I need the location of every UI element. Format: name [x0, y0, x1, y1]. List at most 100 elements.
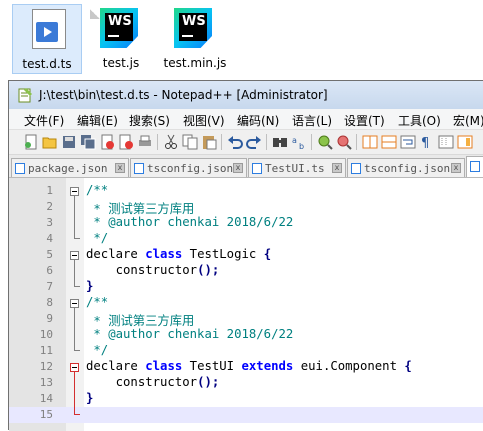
cut-icon[interactable] [163, 134, 179, 150]
menu-settings[interactable]: 设置(T) [344, 112, 385, 129]
line-number: 5 [46, 248, 53, 261]
code-text: declare class TestUI extends eui.Compone… [86, 359, 412, 373]
line-number: 3 [46, 216, 53, 229]
code-text: /** [86, 183, 108, 197]
menu-file[interactable]: 文件(F) [24, 112, 64, 129]
menu-edit[interactable]: 编辑(E) [77, 112, 118, 129]
copy-icon[interactable] [182, 134, 198, 150]
code-line[interactable]: 6 constructor(); [9, 263, 483, 279]
tab-test-d-ts-active[interactable] [466, 156, 483, 177]
code-line[interactable]: 5 declare class TestLogic { [9, 247, 483, 263]
tab-label: tsconfig.json [147, 162, 234, 175]
code-text: * @author chenkai 2018/6/22 [86, 327, 293, 341]
code-line[interactable]: 4 */ [9, 231, 483, 247]
menu-tools[interactable]: 工具(O) [398, 112, 441, 129]
fold-toggle-icon[interactable] [70, 299, 79, 308]
code-line[interactable]: 10 * @author chenkai 2018/6/22 [9, 327, 483, 343]
new-file-icon[interactable] [23, 134, 39, 150]
code-line[interactable]: 2 * 测试第三方库用 [9, 199, 483, 216]
tab-close-icon[interactable]: x [115, 163, 125, 173]
code-text: /** [86, 295, 108, 309]
close-all-icon[interactable] [118, 134, 134, 150]
line-number: 6 [46, 264, 53, 277]
code-line[interactable]: 12 declare class TestUI extends eui.Compo… [9, 359, 483, 375]
code-line[interactable]: 7} [9, 279, 483, 295]
file-icon [15, 163, 25, 174]
code-token: declare [86, 247, 146, 261]
line-number: 13 [39, 376, 53, 389]
code-text: } [86, 279, 93, 293]
menu-macro[interactable]: 宏(M) [453, 112, 483, 129]
desktop-file-label: test.d.ts [22, 57, 72, 71]
code-token: (); [197, 263, 220, 277]
fold-toggle-icon[interactable] [70, 363, 79, 372]
save-icon[interactable] [61, 134, 77, 150]
code-token: TestUI [182, 359, 242, 373]
code-token: /** [86, 183, 109, 197]
code-token: { [263, 247, 272, 261]
tab-label: tsconfig.json [364, 162, 451, 175]
code-line[interactable]: 14} [9, 391, 483, 407]
code-token: */ [86, 343, 109, 357]
line-number: 8 [46, 296, 53, 309]
replace-icon[interactable]: ab [291, 134, 307, 150]
code-token: declare [86, 359, 146, 373]
tab-package-json[interactable]: package.json x [11, 158, 129, 177]
code-token: * 测试第三方库用 [86, 202, 195, 216]
code-token: { [404, 359, 412, 373]
tab-testui-ts[interactable]: TestUI.ts x [248, 158, 346, 177]
notepadpp-window: J:\test\bin\test.d.ts - Notepad++ [Admin… [8, 80, 483, 431]
desktop-file-test-min-js[interactable]: WS test.min.js [160, 4, 230, 74]
sync-vertical-icon[interactable] [362, 134, 378, 150]
tab-close-icon[interactable]: x [451, 163, 461, 173]
close-file-icon[interactable] [99, 134, 115, 150]
code-line[interactable]: 8 /** [9, 295, 483, 311]
menu-search[interactable]: 搜索(S) [129, 112, 170, 129]
title-bar[interactable]: J:\test\bin\test.d.ts - Notepad++ [Admin… [9, 81, 483, 109]
svg-text:a: a [292, 136, 297, 145]
zoom-in-icon[interactable] [317, 134, 333, 150]
line-number: 11 [39, 344, 53, 357]
save-all-icon[interactable] [80, 134, 96, 150]
file-icon [351, 163, 361, 174]
print-icon[interactable] [137, 134, 153, 150]
menu-view[interactable]: 视图(V) [183, 112, 225, 129]
code-token: constructor [86, 375, 198, 389]
code-editor[interactable]: 1 /** 2 * 测试第三方库用 3 * @author chenkai 2018/… [9, 178, 483, 431]
tab-close-icon[interactable]: x [332, 163, 342, 173]
media-file-icon [32, 9, 100, 49]
zoom-out-icon[interactable] [336, 134, 352, 150]
code-line[interactable]: 15 [9, 407, 483, 423]
line-number: 1 [46, 184, 53, 197]
sync-horizontal-icon[interactable] [381, 134, 397, 150]
open-file-icon[interactable] [42, 134, 58, 150]
indent-guide-icon[interactable] [438, 134, 454, 150]
show-all-chars-icon[interactable]: ¶ [419, 134, 435, 150]
code-line[interactable]: 9 * 测试第三方库用 [9, 311, 483, 328]
redo-icon[interactable] [246, 134, 262, 150]
desktop-file-label: test.js [102, 56, 140, 70]
desktop-file-test-d-ts[interactable]: test.d.ts [12, 4, 100, 74]
tab-tsconfig-json[interactable]: tsconfig.json x [130, 158, 247, 177]
doc-map-icon[interactable] [457, 134, 473, 150]
undo-icon[interactable] [227, 134, 243, 150]
webstorm-logo-text: WS [182, 14, 206, 29]
paste-icon[interactable] [201, 134, 217, 150]
tab-label: package.json [28, 162, 108, 175]
code-text: */ [86, 231, 108, 245]
fold-toggle-icon[interactable] [70, 187, 79, 196]
find-icon[interactable] [272, 134, 288, 150]
code-line[interactable]: 13 constructor(); [9, 375, 483, 391]
tab-close-icon[interactable]: x [233, 163, 243, 173]
code-token: class [145, 359, 183, 373]
code-line[interactable]: 3 * @author chenkai 2018/6/22 [9, 215, 483, 231]
fold-toggle-icon[interactable] [70, 251, 79, 260]
menu-language[interactable]: 语言(L) [292, 112, 332, 129]
tab-tsconfig-json-2[interactable]: tsconfig.json x [347, 158, 465, 177]
code-line[interactable]: 1 /** [9, 183, 483, 199]
code-line[interactable]: 11 */ [9, 343, 483, 359]
word-wrap-icon[interactable] [400, 134, 416, 150]
webstorm-logo-text: WS [108, 14, 132, 29]
menu-encoding[interactable]: 编码(N) [237, 112, 279, 129]
desktop-file-test-js[interactable]: WS test.js [86, 4, 156, 74]
